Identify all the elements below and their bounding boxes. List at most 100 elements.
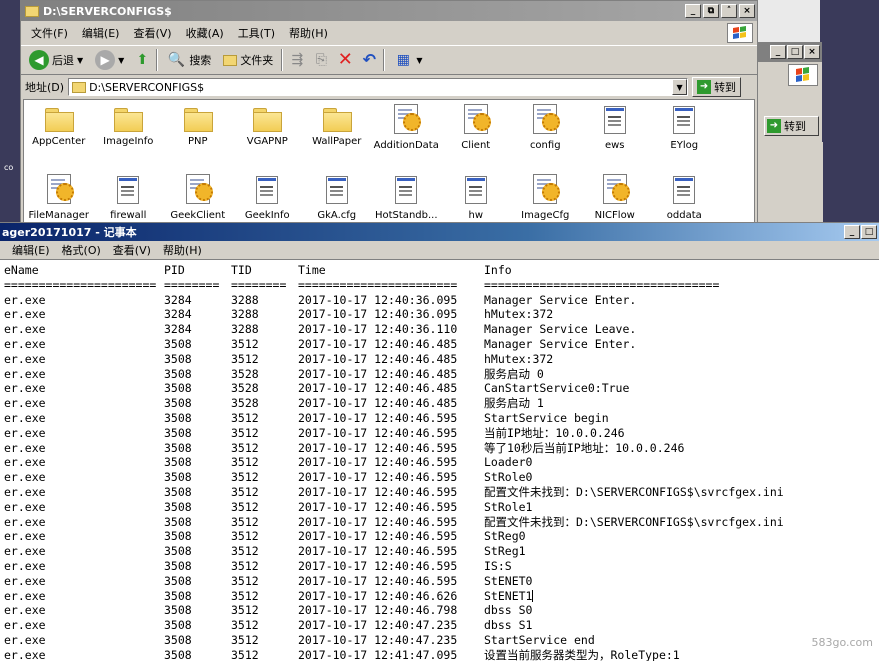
menu-edit[interactable]: 编辑(E) (82, 25, 120, 41)
log-separator-row: ====================== ======== ========… (4, 278, 879, 293)
log-pid: 3508 (164, 573, 192, 588)
file-item[interactable]: AppCenter (24, 104, 94, 174)
file-item[interactable]: FileManager (24, 174, 94, 228)
address-input[interactable]: D:\SERVERCONFIGS$ ▼ (68, 78, 689, 96)
log-time: 2017-10-17 12:40:46.595 (298, 425, 458, 440)
go-button[interactable]: ➜ 转到 (692, 77, 742, 97)
move-to-icon[interactable]: ⇶ (287, 50, 307, 70)
explorer-titlebar[interactable]: D:\SERVERCONFIGS$ _ ⧉ ˄ × (21, 1, 757, 21)
minimize-icon[interactable]: _ (685, 4, 701, 18)
windows-logo-icon (727, 23, 753, 43)
undo-icon[interactable]: ↶ (359, 50, 379, 70)
chevron-down-icon[interactable]: ▼ (672, 79, 688, 95)
background-window[interactable]: _ □ × ➜ 转到 (757, 42, 823, 230)
file-label: GeekClient (170, 210, 226, 221)
notepad-menu-help[interactable]: 帮助(H) (163, 242, 202, 258)
file-list-pane[interactable]: AppCenter ImageInfo PNP VGAPNP WallPaper Addi… (23, 99, 755, 229)
views-button[interactable]: ▦ ▼ (389, 48, 426, 72)
file-item[interactable]: HotStandb... (372, 174, 442, 228)
explorer-window[interactable]: D:\SERVERCONFIGS$ _ ⧉ ˄ × 文件(F) 编辑(E) 查看… (20, 0, 758, 230)
log-time: 2017-10-17 12:40:36.095 (298, 292, 458, 307)
log-time: 2017-10-17 12:40:46.595 (298, 544, 458, 559)
go-arrow-icon: ➜ (767, 119, 781, 133)
file-item[interactable]: GkA.cfg (302, 174, 372, 228)
menu-tools[interactable]: 工具(T) (238, 25, 275, 41)
file-label: GeekInfo (244, 210, 290, 221)
chevron-down-icon[interactable]: ▼ (416, 56, 422, 65)
notepad-menu-edit[interactable]: 编辑(E) (12, 242, 50, 258)
search-button[interactable]: 🔍 搜索 (162, 48, 215, 72)
file-item[interactable]: WallPaper (302, 104, 372, 174)
file-item[interactable]: NICFlow (580, 174, 650, 228)
notepad-menu-view[interactable]: 查看(V) (113, 242, 151, 258)
log-info: StRole1 (484, 499, 533, 514)
menu-view[interactable]: 查看(V) (133, 25, 171, 41)
notepad-window[interactable]: ager20171017 - 记事本 _ □ 编辑(E) 格式(O) 查看(V)… (0, 222, 879, 661)
chevron-up-icon[interactable]: ˄ (721, 4, 737, 18)
restore-icon[interactable]: ⧉ (703, 4, 719, 18)
delete-icon[interactable]: ✕ (335, 50, 355, 70)
background-go-button[interactable]: ➜ 转到 (764, 116, 819, 136)
minimize-icon[interactable]: _ (844, 225, 860, 239)
file-item[interactable]: firewall (94, 174, 164, 228)
file-item[interactable]: AdditionData (372, 104, 442, 174)
file-label: hw (468, 210, 484, 221)
log-info: StENET0 (484, 573, 533, 588)
menu-favorites[interactable]: 收藏(A) (186, 25, 224, 41)
file-item[interactable]: Client (441, 104, 511, 174)
log-separator: ====================== (4, 277, 157, 292)
log-time: 2017-10-17 12:40:46.595 (298, 410, 458, 425)
config-file-icon (533, 104, 561, 134)
file-item[interactable]: oddata (650, 174, 720, 228)
log-info: StRole0 (484, 470, 533, 485)
minimize-icon[interactable]: _ (770, 45, 786, 59)
menu-file[interactable]: 文件(F) (31, 25, 68, 41)
file-item[interactable]: PNP (163, 104, 233, 174)
maximize-icon[interactable]: □ (861, 225, 877, 239)
config-file-icon (185, 174, 213, 204)
up-folder-icon[interactable]: ⬆ (132, 50, 152, 70)
log-header-info: Info (484, 263, 512, 277)
folder-icon (72, 81, 87, 93)
file-item[interactable]: GeekInfo (233, 174, 303, 228)
menu-help[interactable]: 帮助(H) (289, 25, 328, 41)
log-row: er.exe 3284 3288 2017-10-17 12:40:36.110 Man… (4, 322, 879, 337)
background-window-titlebar[interactable]: _ □ × (758, 42, 822, 62)
log-separator: ======== (164, 277, 220, 292)
file-item[interactable]: EYlog (650, 104, 720, 174)
log-info: dbss S0 (484, 603, 533, 618)
copy-to-icon[interactable]: ⎘ (311, 50, 331, 70)
file-item[interactable]: config (511, 104, 581, 174)
file-item[interactable]: VGAPNP (233, 104, 303, 174)
folders-button[interactable]: 文件夹 (219, 48, 277, 72)
go-label: 转到 (714, 81, 737, 94)
ini-file-icon (603, 106, 626, 134)
log-tid: 3512 (231, 336, 259, 351)
address-label: 地址(D) (25, 81, 65, 94)
log-pid: 3508 (164, 603, 192, 618)
notepad-text-area[interactable]: eName PID TID Time Info ================… (0, 261, 879, 661)
chevron-down-icon[interactable]: ▼ (118, 56, 124, 65)
chevron-down-icon[interactable]: ▼ (77, 56, 83, 65)
file-item[interactable]: ews (580, 104, 650, 174)
forward-button[interactable]: ▶ ▼ (91, 48, 128, 72)
file-label: GkA.cfg (317, 210, 357, 221)
log-time: 2017-10-17 12:40:46.595 (298, 470, 458, 485)
close-icon[interactable]: × (804, 45, 820, 59)
back-button[interactable]: ◀ 后退 ▼ (25, 48, 87, 72)
notepad-menu-format[interactable]: 格式(O) (62, 242, 101, 258)
file-item[interactable]: GeekClient (163, 174, 233, 228)
close-icon[interactable]: × (739, 4, 755, 18)
log-info: Manager Service Enter. (484, 292, 637, 307)
file-item[interactable]: ImageInfo (94, 104, 164, 174)
log-row: er.exe 3284 3288 2017-10-17 12:40:36.095 hMu… (4, 307, 879, 322)
folder-icon (44, 106, 74, 132)
notepad-titlebar[interactable]: ager20171017 - 记事本 _ □ (0, 223, 879, 241)
maximize-icon[interactable]: □ (787, 45, 803, 59)
file-item[interactable]: ImageCfg (511, 174, 581, 228)
log-tid: 3528 (231, 366, 259, 381)
log-process-name: er.exe (4, 603, 46, 618)
log-header-tid: TID (231, 263, 252, 277)
log-pid: 3508 (164, 396, 192, 411)
file-item[interactable]: hw (441, 174, 511, 228)
